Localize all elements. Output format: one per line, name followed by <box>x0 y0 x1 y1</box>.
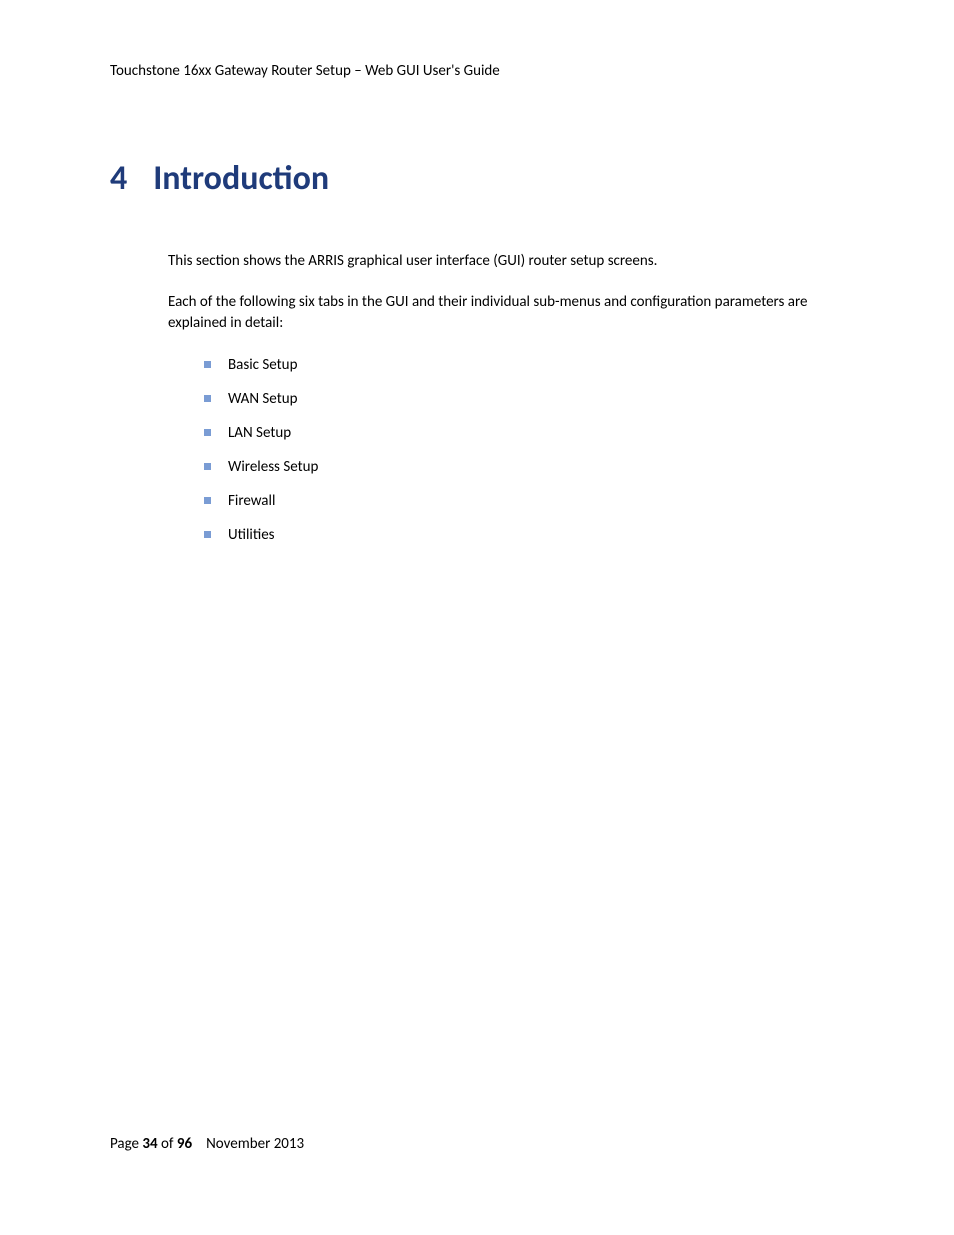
square-bullet-icon <box>204 429 211 436</box>
footer-page-of: of <box>158 1135 177 1153</box>
list-item: Wireless Setup <box>204 458 844 476</box>
list-item: Utilities <box>204 526 844 544</box>
document-header: Touchstone 16xx Gateway Router Setup – W… <box>110 62 844 80</box>
footer-page-label: Page <box>110 1135 142 1153</box>
header-title: Touchstone 16xx Gateway Router Setup – W… <box>110 62 500 80</box>
list-item: LAN Setup <box>204 424 844 442</box>
footer-page-current: 34 <box>142 1135 157 1153</box>
list-item-label: WAN Setup <box>228 390 297 408</box>
page-footer: Page 34 of 96 November 2013 <box>110 1135 304 1153</box>
paragraph-1: This section shows the ARRIS graphical u… <box>168 251 808 272</box>
chapter-number: 4 <box>110 158 127 199</box>
chapter-title: Introduction <box>153 158 329 199</box>
square-bullet-icon <box>204 463 211 470</box>
square-bullet-icon <box>204 361 211 368</box>
square-bullet-icon <box>204 531 211 538</box>
list-item: Firewall <box>204 492 844 510</box>
footer-page-total: 96 <box>177 1135 192 1153</box>
square-bullet-icon <box>204 497 211 504</box>
list-item: WAN Setup <box>204 390 844 408</box>
paragraph-2: Each of the following six tabs in the GU… <box>168 292 808 334</box>
list-item-label: Utilities <box>228 526 275 544</box>
list-item-label: LAN Setup <box>228 424 291 442</box>
list-item-label: Basic Setup <box>228 356 297 374</box>
list-item-label: Wireless Setup <box>228 458 318 476</box>
bullet-list: Basic Setup WAN Setup LAN Setup Wireless… <box>204 356 844 544</box>
list-item: Basic Setup <box>204 356 844 374</box>
footer-date: November 2013 <box>206 1135 304 1153</box>
chapter-heading: 4 Introduction <box>110 158 844 199</box>
list-item-label: Firewall <box>228 492 275 510</box>
body-content: This section shows the ARRIS graphical u… <box>168 251 844 544</box>
square-bullet-icon <box>204 395 211 402</box>
